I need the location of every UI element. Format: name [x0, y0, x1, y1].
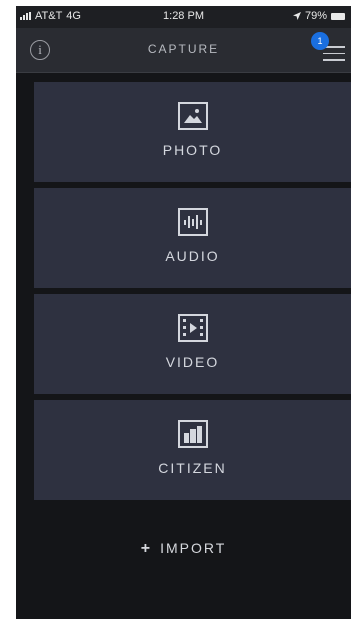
location-arrow-icon	[292, 12, 301, 20]
photo-tile[interactable]: PHOTO	[34, 82, 351, 182]
audio-label: AUDIO	[165, 248, 220, 264]
status-bar: AT&T 4G 1:28 PM 79%	[16, 6, 351, 28]
citizen-icon	[177, 420, 208, 448]
photo-icon	[177, 102, 208, 130]
battery-percent: 79%	[304, 10, 327, 22]
import-button[interactable]: + IMPORT	[16, 540, 351, 558]
navigation-bar: i CAPTURE 1	[16, 28, 351, 73]
video-tile[interactable]: VIDEO	[34, 294, 351, 394]
app-screen: AT&T 4G 1:28 PM 79% i CAPTURE 1 PHOTO AU…	[16, 6, 351, 619]
battery-icon	[331, 12, 345, 20]
page-title: CAPTURE	[147, 42, 220, 56]
citizen-label: CITIZEN	[158, 460, 227, 476]
audio-waveform-icon	[177, 208, 208, 236]
hamburger-menu-icon	[323, 46, 345, 66]
plus-icon: +	[140, 540, 153, 557]
menu-button[interactable]: 1	[311, 32, 349, 68]
video-film-icon	[177, 314, 208, 342]
citizen-tile[interactable]: CITIZEN	[34, 400, 351, 500]
audio-tile[interactable]: AUDIO	[34, 188, 351, 288]
video-label: VIDEO	[165, 354, 220, 370]
status-right: 79%	[292, 10, 345, 22]
notification-badge: 1	[311, 32, 329, 50]
photo-label: PHOTO	[162, 142, 223, 158]
import-label: IMPORT	[160, 540, 227, 556]
